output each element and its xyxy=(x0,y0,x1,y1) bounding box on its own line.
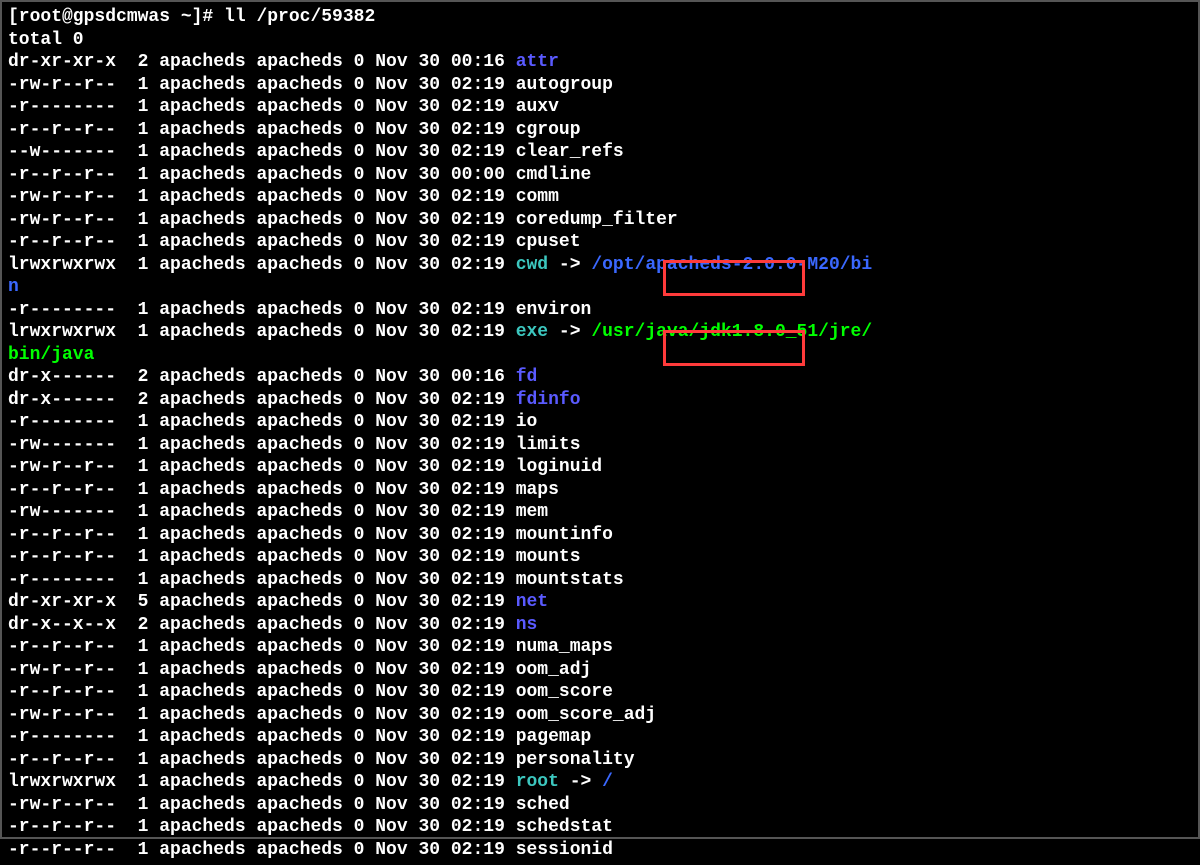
terminal-output: [root@gpsdcmwas ~]# ll /proc/59382 total… xyxy=(2,2,1198,865)
listing-filename: io xyxy=(516,412,538,432)
listing-filename: pagemap xyxy=(516,727,592,747)
listing-filename: environ xyxy=(516,300,592,320)
listing-meta: -rw-r--r-- 1 apacheds apacheds 0 Nov 30 … xyxy=(8,210,516,230)
listing-meta: dr-x--x--x 2 apacheds apacheds 0 Nov 30 … xyxy=(8,615,516,635)
listing-filename: numa_maps xyxy=(516,637,613,657)
total-line: total 0 xyxy=(8,30,84,50)
listing-filename: root xyxy=(516,772,559,792)
listing-meta: lrwxrwxrwx 1 apacheds apacheds 0 Nov 30 … xyxy=(8,255,516,275)
command-prompt: [root@gpsdcmwas ~]# ll /proc/59382 xyxy=(8,7,375,27)
listing-meta: -r-------- 1 apacheds apacheds 0 Nov 30 … xyxy=(8,727,516,747)
listing-meta: -r--r--r-- 1 apacheds apacheds 0 Nov 30 … xyxy=(8,750,516,770)
listing-meta: dr-xr-xr-x 2 apacheds apacheds 0 Nov 30 … xyxy=(8,52,516,72)
listing-meta: -r--r--r-- 1 apacheds apacheds 0 Nov 30 … xyxy=(8,817,516,837)
listing-filename: sched xyxy=(516,795,570,815)
listing-filename: mountstats xyxy=(516,570,624,590)
listing-filename: schedstat xyxy=(516,817,613,837)
listing-meta: -r-------- 1 apacheds apacheds 0 Nov 30 … xyxy=(8,570,516,590)
listing-meta: -r--r--r-- 1 apacheds apacheds 0 Nov 30 … xyxy=(8,480,516,500)
listing-meta: -rw-r--r-- 1 apacheds apacheds 0 Nov 30 … xyxy=(8,795,516,815)
symlink-target-wrap: bin/java xyxy=(8,345,94,365)
symlink-arrow: -> xyxy=(559,772,602,792)
listing-meta: -r--r--r-- 1 apacheds apacheds 0 Nov 30 … xyxy=(8,120,516,140)
symlink-arrow: -> xyxy=(548,322,591,342)
listing-meta: -rw------- 1 apacheds apacheds 0 Nov 30 … xyxy=(8,502,516,522)
listing-meta: -rw-r--r-- 1 apacheds apacheds 0 Nov 30 … xyxy=(8,705,516,725)
listing-filename: oom_score xyxy=(516,682,613,702)
listing-filename: net xyxy=(516,592,548,612)
listing-meta: -rw-r--r-- 1 apacheds apacheds 0 Nov 30 … xyxy=(8,660,516,680)
symlink-target: /opt/apacheds-2.0.0-M20/bi xyxy=(591,255,872,275)
symlink-target-wrap: n xyxy=(8,277,19,297)
listing-meta: -r--r--r-- 1 apacheds apacheds 0 Nov 30 … xyxy=(8,525,516,545)
listing-filename: sessionid xyxy=(516,840,613,860)
listing-filename: cmdline xyxy=(516,165,592,185)
listing-filename: loginuid xyxy=(516,457,602,477)
listing-meta: -r--r--r-- 1 apacheds apacheds 0 Nov 30 … xyxy=(8,232,516,252)
listing-meta: lrwxrwxrwx 1 apacheds apacheds 0 Nov 30 … xyxy=(8,322,516,342)
listing-meta: -r-------- 1 apacheds apacheds 0 Nov 30 … xyxy=(8,97,516,117)
listing-filename: fd xyxy=(516,367,538,387)
listing-meta: -rw------- 1 apacheds apacheds 0 Nov 30 … xyxy=(8,435,516,455)
symlink-arrow: -> xyxy=(548,255,591,275)
listing-filename: comm xyxy=(516,187,559,207)
listing-filename: personality xyxy=(516,750,635,770)
listing-filename: cpuset xyxy=(516,232,581,252)
listing-filename: cgroup xyxy=(516,120,581,140)
listing-meta: -r-------- 1 apacheds apacheds 0 Nov 30 … xyxy=(8,300,516,320)
listing-meta: -rw-r--r-- 1 apacheds apacheds 0 Nov 30 … xyxy=(8,75,516,95)
listing-filename: ns xyxy=(516,615,538,635)
listing-filename: cwd xyxy=(516,255,548,275)
listing-filename: limits xyxy=(516,435,581,455)
symlink-target: / xyxy=(602,772,613,792)
listing-filename: fdinfo xyxy=(516,390,581,410)
listing-filename: auxv xyxy=(516,97,559,117)
listing-meta: lrwxrwxrwx 1 apacheds apacheds 0 Nov 30 … xyxy=(8,772,516,792)
listing-filename: mountinfo xyxy=(516,525,613,545)
listing-meta: dr-x------ 2 apacheds apacheds 0 Nov 30 … xyxy=(8,367,516,387)
listing-filename: oom_score_adj xyxy=(516,705,656,725)
listing-meta: dr-xr-xr-x 5 apacheds apacheds 0 Nov 30 … xyxy=(8,592,516,612)
symlink-target: /usr/java/jdk1.8.0_51/jre/ xyxy=(591,322,872,342)
listing-filename: clear_refs xyxy=(516,142,624,162)
listing-filename: oom_adj xyxy=(516,660,592,680)
listing-filename: coredump_filter xyxy=(516,210,678,230)
listing-meta: -rw-r--r-- 1 apacheds apacheds 0 Nov 30 … xyxy=(8,187,516,207)
listing-filename: autogroup xyxy=(516,75,613,95)
listing-filename: exe xyxy=(516,322,548,342)
listing-meta: -r-------- 1 apacheds apacheds 0 Nov 30 … xyxy=(8,412,516,432)
listing-meta: -rw-r--r-- 1 apacheds apacheds 0 Nov 30 … xyxy=(8,457,516,477)
listing-filename: mounts xyxy=(516,547,581,567)
listing-filename: maps xyxy=(516,480,559,500)
listing-meta: -r--r--r-- 1 apacheds apacheds 0 Nov 30 … xyxy=(8,165,516,185)
listing-meta: -r--r--r-- 1 apacheds apacheds 0 Nov 30 … xyxy=(8,840,516,860)
listing-meta: -r--r--r-- 1 apacheds apacheds 0 Nov 30 … xyxy=(8,637,516,657)
listing-filename: mem xyxy=(516,502,548,522)
listing-filename: attr xyxy=(516,52,559,72)
listing-meta: -r--r--r-- 1 apacheds apacheds 0 Nov 30 … xyxy=(8,682,516,702)
listing-meta: --w------- 1 apacheds apacheds 0 Nov 30 … xyxy=(8,142,516,162)
listing-meta: dr-x------ 2 apacheds apacheds 0 Nov 30 … xyxy=(8,390,516,410)
listing-meta: -r--r--r-- 1 apacheds apacheds 0 Nov 30 … xyxy=(8,547,516,567)
